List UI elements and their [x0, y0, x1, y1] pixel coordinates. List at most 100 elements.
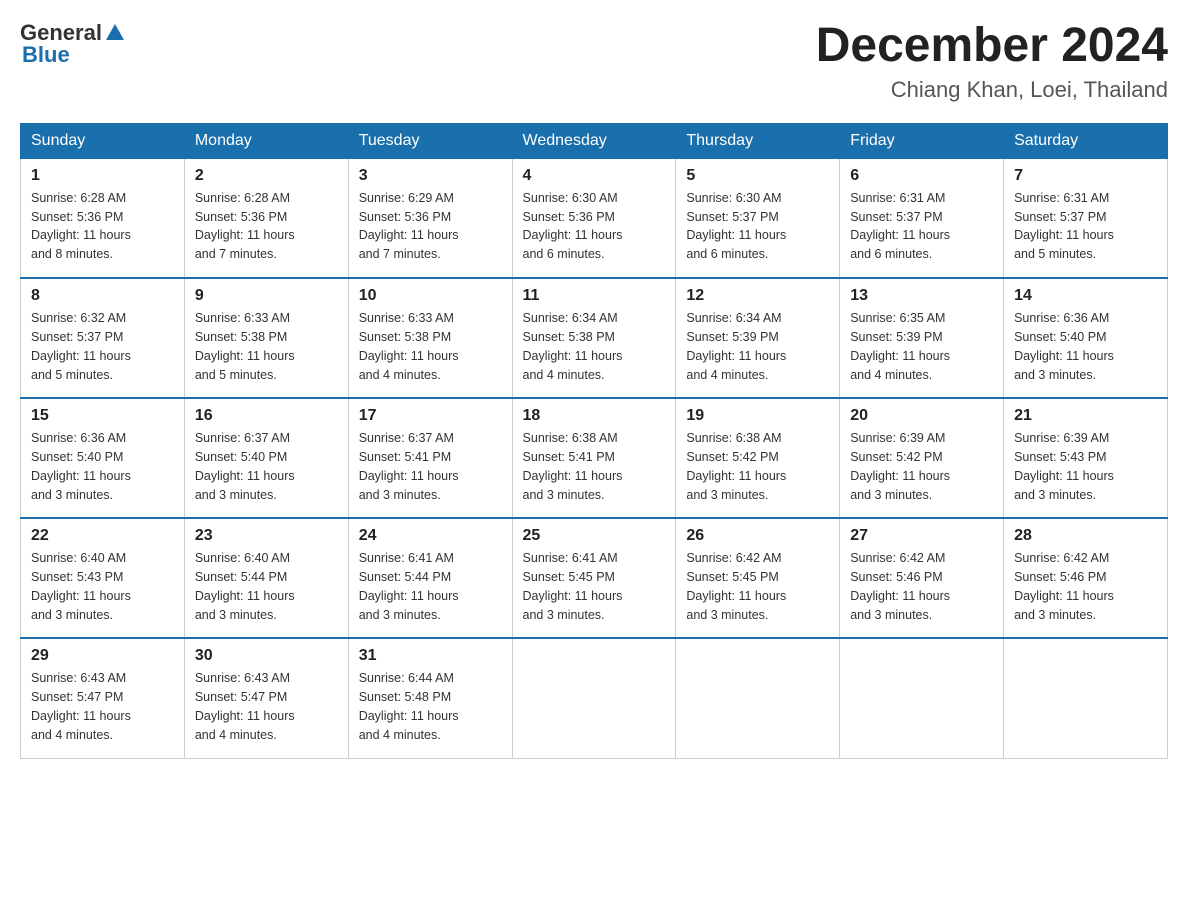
calendar-day-cell: 7 Sunrise: 6:31 AMSunset: 5:37 PMDayligh…: [1004, 158, 1168, 278]
calendar-table: SundayMondayTuesdayWednesdayThursdayFrid…: [20, 123, 1168, 759]
day-number: 23: [195, 527, 338, 545]
day-info: Sunrise: 6:28 AMSunset: 5:36 PMDaylight:…: [195, 191, 295, 261]
calendar-subtitle: Chiang Khan, Loei, Thailand: [816, 77, 1168, 103]
day-number: 31: [359, 647, 502, 665]
calendar-day-cell: 26 Sunrise: 6:42 AMSunset: 5:45 PMDaylig…: [676, 518, 840, 638]
day-number: 8: [31, 287, 174, 305]
calendar-day-cell: 29 Sunrise: 6:43 AMSunset: 5:47 PMDaylig…: [21, 638, 185, 758]
day-number: 6: [850, 167, 993, 185]
weekday-header-saturday: Saturday: [1004, 123, 1168, 158]
weekday-header-friday: Friday: [840, 123, 1004, 158]
day-number: 2: [195, 167, 338, 185]
calendar-day-cell: 9 Sunrise: 6:33 AMSunset: 5:38 PMDayligh…: [184, 278, 348, 398]
day-info: Sunrise: 6:30 AMSunset: 5:37 PMDaylight:…: [686, 191, 786, 261]
day-number: 17: [359, 407, 502, 425]
day-number: 14: [1014, 287, 1157, 305]
day-info: Sunrise: 6:42 AMSunset: 5:46 PMDaylight:…: [1014, 551, 1114, 621]
day-number: 4: [523, 167, 666, 185]
day-info: Sunrise: 6:30 AMSunset: 5:36 PMDaylight:…: [523, 191, 623, 261]
day-number: 16: [195, 407, 338, 425]
calendar-day-cell: 16 Sunrise: 6:37 AMSunset: 5:40 PMDaylig…: [184, 398, 348, 518]
calendar-header-row: SundayMondayTuesdayWednesdayThursdayFrid…: [21, 123, 1168, 158]
day-info: Sunrise: 6:34 AMSunset: 5:38 PMDaylight:…: [523, 311, 623, 381]
calendar-day-cell: [1004, 638, 1168, 758]
day-number: 11: [523, 287, 666, 305]
day-number: 7: [1014, 167, 1157, 185]
calendar-day-cell: 30 Sunrise: 6:43 AMSunset: 5:47 PMDaylig…: [184, 638, 348, 758]
day-info: Sunrise: 6:29 AMSunset: 5:36 PMDaylight:…: [359, 191, 459, 261]
day-number: 26: [686, 527, 829, 545]
calendar-day-cell: 4 Sunrise: 6:30 AMSunset: 5:36 PMDayligh…: [512, 158, 676, 278]
page-header: General Blue December 2024 Chiang Khan, …: [20, 20, 1168, 103]
calendar-day-cell: 22 Sunrise: 6:40 AMSunset: 5:43 PMDaylig…: [21, 518, 185, 638]
calendar-week-row: 15 Sunrise: 6:36 AMSunset: 5:40 PMDaylig…: [21, 398, 1168, 518]
day-number: 3: [359, 167, 502, 185]
calendar-day-cell: 19 Sunrise: 6:38 AMSunset: 5:42 PMDaylig…: [676, 398, 840, 518]
calendar-day-cell: 14 Sunrise: 6:36 AMSunset: 5:40 PMDaylig…: [1004, 278, 1168, 398]
day-info: Sunrise: 6:39 AMSunset: 5:42 PMDaylight:…: [850, 431, 950, 501]
calendar-day-cell: 18 Sunrise: 6:38 AMSunset: 5:41 PMDaylig…: [512, 398, 676, 518]
calendar-day-cell: 28 Sunrise: 6:42 AMSunset: 5:46 PMDaylig…: [1004, 518, 1168, 638]
calendar-day-cell: 12 Sunrise: 6:34 AMSunset: 5:39 PMDaylig…: [676, 278, 840, 398]
logo-triangle-icon: [106, 24, 124, 40]
calendar-day-cell: 25 Sunrise: 6:41 AMSunset: 5:45 PMDaylig…: [512, 518, 676, 638]
calendar-day-cell: 5 Sunrise: 6:30 AMSunset: 5:37 PMDayligh…: [676, 158, 840, 278]
calendar-title: December 2024: [816, 20, 1168, 73]
day-number: 10: [359, 287, 502, 305]
day-info: Sunrise: 6:41 AMSunset: 5:44 PMDaylight:…: [359, 551, 459, 621]
day-number: 29: [31, 647, 174, 665]
weekday-header-monday: Monday: [184, 123, 348, 158]
day-number: 27: [850, 527, 993, 545]
logo: General Blue: [20, 20, 124, 68]
day-info: Sunrise: 6:38 AMSunset: 5:42 PMDaylight:…: [686, 431, 786, 501]
calendar-week-row: 22 Sunrise: 6:40 AMSunset: 5:43 PMDaylig…: [21, 518, 1168, 638]
calendar-week-row: 8 Sunrise: 6:32 AMSunset: 5:37 PMDayligh…: [21, 278, 1168, 398]
day-info: Sunrise: 6:43 AMSunset: 5:47 PMDaylight:…: [31, 671, 131, 741]
day-number: 22: [31, 527, 174, 545]
calendar-day-cell: 13 Sunrise: 6:35 AMSunset: 5:39 PMDaylig…: [840, 278, 1004, 398]
day-info: Sunrise: 6:32 AMSunset: 5:37 PMDaylight:…: [31, 311, 131, 381]
day-number: 25: [523, 527, 666, 545]
calendar-day-cell: 23 Sunrise: 6:40 AMSunset: 5:44 PMDaylig…: [184, 518, 348, 638]
weekday-header-thursday: Thursday: [676, 123, 840, 158]
day-number: 20: [850, 407, 993, 425]
day-number: 28: [1014, 527, 1157, 545]
day-info: Sunrise: 6:33 AMSunset: 5:38 PMDaylight:…: [195, 311, 295, 381]
calendar-day-cell: [676, 638, 840, 758]
day-info: Sunrise: 6:35 AMSunset: 5:39 PMDaylight:…: [850, 311, 950, 381]
day-info: Sunrise: 6:37 AMSunset: 5:40 PMDaylight:…: [195, 431, 295, 501]
day-info: Sunrise: 6:34 AMSunset: 5:39 PMDaylight:…: [686, 311, 786, 381]
day-number: 18: [523, 407, 666, 425]
day-number: 12: [686, 287, 829, 305]
weekday-header-sunday: Sunday: [21, 123, 185, 158]
calendar-week-row: 1 Sunrise: 6:28 AMSunset: 5:36 PMDayligh…: [21, 158, 1168, 278]
day-number: 15: [31, 407, 174, 425]
day-info: Sunrise: 6:33 AMSunset: 5:38 PMDaylight:…: [359, 311, 459, 381]
day-number: 19: [686, 407, 829, 425]
day-info: Sunrise: 6:39 AMSunset: 5:43 PMDaylight:…: [1014, 431, 1114, 501]
calendar-day-cell: 20 Sunrise: 6:39 AMSunset: 5:42 PMDaylig…: [840, 398, 1004, 518]
day-info: Sunrise: 6:44 AMSunset: 5:48 PMDaylight:…: [359, 671, 459, 741]
calendar-day-cell: [840, 638, 1004, 758]
day-info: Sunrise: 6:43 AMSunset: 5:47 PMDaylight:…: [195, 671, 295, 741]
day-info: Sunrise: 6:37 AMSunset: 5:41 PMDaylight:…: [359, 431, 459, 501]
day-number: 5: [686, 167, 829, 185]
logo-blue: Blue: [22, 42, 124, 68]
day-info: Sunrise: 6:40 AMSunset: 5:44 PMDaylight:…: [195, 551, 295, 621]
weekday-header-tuesday: Tuesday: [348, 123, 512, 158]
day-number: 24: [359, 527, 502, 545]
day-number: 13: [850, 287, 993, 305]
calendar-day-cell: 31 Sunrise: 6:44 AMSunset: 5:48 PMDaylig…: [348, 638, 512, 758]
calendar-week-row: 29 Sunrise: 6:43 AMSunset: 5:47 PMDaylig…: [21, 638, 1168, 758]
day-number: 1: [31, 167, 174, 185]
day-number: 30: [195, 647, 338, 665]
day-info: Sunrise: 6:42 AMSunset: 5:46 PMDaylight:…: [850, 551, 950, 621]
calendar-day-cell: 27 Sunrise: 6:42 AMSunset: 5:46 PMDaylig…: [840, 518, 1004, 638]
calendar-day-cell: 21 Sunrise: 6:39 AMSunset: 5:43 PMDaylig…: [1004, 398, 1168, 518]
calendar-day-cell: 24 Sunrise: 6:41 AMSunset: 5:44 PMDaylig…: [348, 518, 512, 638]
day-info: Sunrise: 6:38 AMSunset: 5:41 PMDaylight:…: [523, 431, 623, 501]
title-section: December 2024 Chiang Khan, Loei, Thailan…: [816, 20, 1168, 103]
weekday-header-wednesday: Wednesday: [512, 123, 676, 158]
calendar-day-cell: 15 Sunrise: 6:36 AMSunset: 5:40 PMDaylig…: [21, 398, 185, 518]
day-info: Sunrise: 6:31 AMSunset: 5:37 PMDaylight:…: [1014, 191, 1114, 261]
